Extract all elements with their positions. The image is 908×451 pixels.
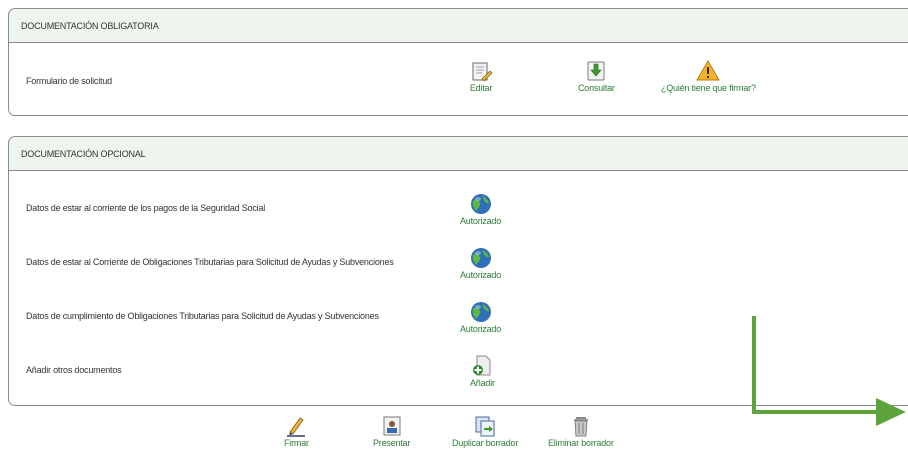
- pen-icon: [287, 417, 306, 437]
- submit-label: Presentar: [373, 438, 411, 448]
- authorized-label: Autorizado: [460, 270, 502, 280]
- sign-button[interactable]: Firmar: [284, 414, 309, 448]
- authorized-label: Autorizado: [460, 216, 502, 226]
- optional-row-social-security: Datos de estar al corriente de los pagos…: [9, 189, 908, 243]
- edit-button[interactable]: Editar: [469, 59, 493, 93]
- who-must-sign-link[interactable]: ¿Quién tiene que firmar?: [661, 59, 756, 93]
- mandatory-documents-header: DOCUMENTACIÓN OBLIGATORIA: [9, 9, 908, 43]
- duplicate-draft-label: Duplicar borrador: [452, 438, 519, 448]
- authorized-button-tax-compliance[interactable]: Autorizado: [460, 300, 501, 334]
- globe-icon: [470, 248, 491, 268]
- delete-draft-button[interactable]: Eliminar borrador: [548, 414, 614, 448]
- submit-button[interactable]: Presentar: [373, 414, 410, 448]
- optional-row-label: Datos de estar al Corriente de Obligacio…: [26, 257, 394, 267]
- authorized-button-social-security[interactable]: Autorizado: [460, 192, 501, 226]
- sign-label: Firmar: [284, 438, 309, 448]
- consult-label: Consultar: [578, 83, 615, 93]
- add-label: Añadir: [470, 378, 495, 388]
- warning-icon: [696, 60, 721, 81]
- add-document-button[interactable]: Añadir: [470, 354, 495, 388]
- optional-row-tax-current: Datos de estar al Corriente de Obligacio…: [9, 243, 908, 297]
- document-row-application-form: Formulario de solicitud Editar Consultar: [9, 43, 908, 97]
- globe-icon: [470, 302, 491, 322]
- authorized-button-tax-current[interactable]: Autorizado: [460, 246, 501, 280]
- duplicate-icon: [475, 416, 495, 437]
- annotation-arrow: [752, 316, 906, 426]
- authorized-label: Autorizado: [460, 324, 502, 334]
- consult-button[interactable]: Consultar: [578, 59, 615, 93]
- trash-icon: [573, 417, 588, 437]
- duplicate-draft-button[interactable]: Duplicar borrador: [452, 414, 518, 448]
- document-row-label: Formulario de solicitud: [26, 76, 112, 86]
- edit-label: Editar: [469, 83, 493, 93]
- optional-row-label: Datos de cumplimiento de Obligaciones Tr…: [26, 311, 379, 321]
- optional-row-label: Datos de estar al corriente de los pagos…: [26, 203, 266, 213]
- edit-document-icon: [472, 62, 493, 82]
- delete-draft-label: Eliminar borrador: [548, 438, 614, 448]
- download-icon: [587, 61, 605, 81]
- optional-row-label: Añadir otros documentos: [26, 365, 122, 375]
- globe-icon: [470, 194, 491, 214]
- optional-documents-header: DOCUMENTACIÓN OPCIONAL: [9, 137, 908, 171]
- who-must-sign-label: ¿Quién tiene que firmar?: [661, 83, 756, 93]
- present-document-icon: [383, 416, 401, 436]
- add-document-icon: [473, 355, 491, 376]
- mandatory-documents-panel: DOCUMENTACIÓN OBLIGATORIA Formulario de …: [8, 8, 908, 116]
